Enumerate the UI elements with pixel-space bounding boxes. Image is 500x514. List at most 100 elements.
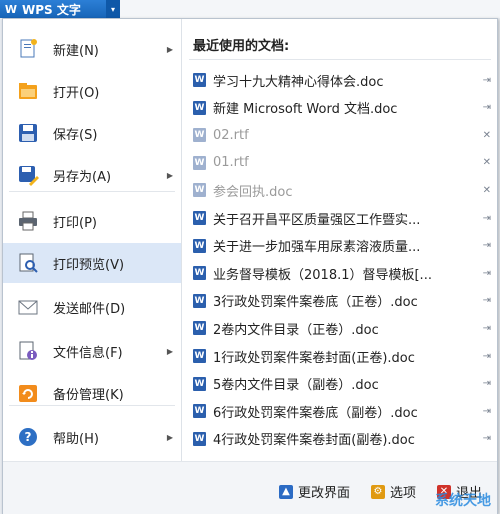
word-doc-icon: W: [193, 183, 206, 198]
menu-item-open-folder[interactable]: 打开(O): [3, 71, 181, 111]
menu-item-save[interactable]: 保存(S): [3, 113, 181, 153]
word-doc-icon: W: [193, 376, 206, 391]
recent-doc-name: 2卷内文件目录（正卷）.doc: [213, 322, 379, 338]
recent-doc-item[interactable]: W 02.rtf ✕: [193, 124, 493, 146]
recent-doc-name: 3行政处罚案件案卷底（正卷）.doc: [213, 295, 418, 311]
recent-doc-item[interactable]: W 01.rtf ✕: [193, 152, 493, 174]
pin-icon[interactable]: ⇥: [483, 75, 491, 86]
word-doc-icon: W: [193, 404, 206, 419]
menu-item-save-as[interactable]: 另存为(A) ▶: [3, 155, 181, 195]
word-doc-icon: W: [193, 238, 206, 253]
menu-divider: [181, 19, 182, 461]
change-ui-label: 更改界面: [298, 486, 351, 501]
submenu-arrow-icon: ▶: [166, 44, 173, 54]
change-ui-button[interactable]: ▲ 更改界面: [279, 482, 350, 501]
app-title: WPS 文字: [22, 2, 81, 17]
menu-separator: [9, 191, 175, 192]
recent-doc-name: 4行政处罚案件案卷封面(副卷).doc: [213, 433, 415, 449]
wps-app-menu-button[interactable]: W WPS 文字 ▾: [0, 0, 120, 18]
remove-icon[interactable]: ✕: [483, 157, 491, 168]
recent-doc-item[interactable]: W 参会回执.doc ✕: [193, 179, 493, 201]
menu-item-label: 新建(N): [53, 43, 99, 59]
pin-icon[interactable]: ⇥: [483, 323, 491, 334]
pin-icon[interactable]: ⇥: [483, 240, 491, 251]
pin-icon[interactable]: ⇥: [483, 433, 491, 444]
submenu-arrow-icon: ▶: [166, 346, 173, 356]
menu-item-new-doc[interactable]: 新建(N) ▶: [3, 29, 181, 69]
recent-doc-item[interactable]: W 新建 Microsoft Word 文档.doc ⇥: [193, 97, 493, 119]
recent-doc-name: 1行政处罚案件案卷封面(正卷).doc: [213, 350, 415, 366]
menu-item-label: 另存为(A): [53, 169, 112, 185]
word-doc-icon: W: [193, 155, 206, 170]
recent-doc-item[interactable]: W 5卷内文件目录（副卷）.doc ⇥: [193, 373, 493, 395]
recent-doc-item[interactable]: W 6行政处罚案件案卷底（副卷）.doc ⇥: [193, 400, 493, 422]
menu-item-label: 打印(P): [53, 215, 97, 231]
options-button[interactable]: ⚙ 选项: [371, 482, 416, 501]
file-info-icon: [17, 340, 39, 362]
recent-doc-item[interactable]: W 关于进一步加强车用尿素溶液质量... ⇥: [193, 235, 493, 257]
recent-doc-item[interactable]: W 2卷内文件目录（正卷）.doc ⇥: [193, 317, 493, 339]
pin-icon[interactable]: ⇥: [483, 406, 491, 417]
word-doc-icon: W: [193, 100, 206, 115]
recent-doc-name: 5卷内文件目录（副卷）.doc: [213, 378, 379, 394]
menu-item-print-preview[interactable]: 打印预览(V): [3, 243, 181, 283]
recent-title-divider: [189, 59, 491, 60]
recent-doc-name: 6行政处罚案件案卷底（副卷）.doc: [213, 405, 418, 421]
word-doc-icon: W: [193, 349, 206, 363]
recent-doc-item[interactable]: W 3行政处罚案件案卷底（正卷）.doc ⇥: [193, 290, 493, 312]
left-menu: 新建(N) ▶ 打开(O) 保存(S) 另存为(A) ▶ 打印(P) 打印预览(V) 发送邮件(…: [3, 19, 181, 461]
watermark-logo: 系统天地: [435, 493, 491, 509]
recent-doc-item[interactable]: W 4行政处罚案件案卷封面(副卷).doc ⇥: [193, 428, 493, 450]
pin-icon[interactable]: ⇥: [483, 351, 491, 362]
menu-separator: [9, 405, 175, 406]
file-menu-panel: 新建(N) ▶ 打开(O) 保存(S) 另存为(A) ▶ 打印(P) 打印预览(V) 发送邮件(…: [2, 18, 498, 514]
recent-doc-name: 01.rtf: [213, 155, 249, 171]
menu-item-file-info[interactable]: 文件信息(F) ▶: [3, 331, 181, 371]
menu-item-label: 文件信息(F): [53, 345, 123, 361]
menu-item-help[interactable]: ? 帮助(H) ▶: [3, 417, 181, 457]
menu-item-backup[interactable]: 备份管理(K): [3, 373, 181, 413]
submenu-arrow-icon: ▶: [166, 170, 173, 180]
options-label: 选项: [390, 486, 417, 501]
dropdown-arrow-icon[interactable]: ▾: [106, 0, 120, 18]
menu-item-label: 发送邮件(D): [53, 301, 126, 317]
open-folder-icon: [17, 80, 39, 102]
print-preview-icon: [17, 252, 39, 274]
menu-footer: ▲ 更改界面 ⚙ 选项 ✕ 退出 系统天地: [3, 461, 497, 514]
recent-doc-name: 关于进一步加强车用尿素溶液质量...: [213, 240, 421, 256]
recent-doc-item[interactable]: W 学习十九大精神心得体会.doc ⇥: [193, 69, 493, 91]
recent-doc-name: 新建 Microsoft Word 文档.doc: [213, 102, 398, 118]
recent-docs-title: 最近使用的文档:: [193, 39, 290, 54]
recent-doc-item[interactable]: W 业务督导模板（2018.1）督导模板[... ⇥: [193, 262, 493, 284]
shirt-icon: ▲: [279, 484, 293, 499]
save-icon: [17, 122, 39, 144]
submenu-arrow-icon: ▶: [166, 432, 173, 442]
pin-icon[interactable]: ⇥: [483, 295, 491, 306]
remove-icon[interactable]: ✕: [483, 185, 491, 196]
word-doc-icon: W: [193, 293, 206, 308]
menu-item-label: 帮助(H): [53, 431, 99, 447]
pin-icon[interactable]: ⇥: [483, 268, 491, 279]
pin-icon[interactable]: ⇥: [483, 378, 491, 389]
recent-doc-item[interactable]: W 关于召开昌平区质量强区工作暨实... ⇥: [193, 207, 493, 229]
word-doc-icon: W: [193, 73, 206, 87]
word-doc-icon: W: [193, 128, 206, 143]
recent-doc-name: 学习十九大精神心得体会.doc: [213, 74, 384, 90]
pin-icon[interactable]: ⇥: [483, 102, 491, 113]
menu-item-print[interactable]: 打印(P): [3, 201, 181, 241]
menu-item-label: 打印预览(V): [53, 257, 125, 273]
mail-icon: [17, 296, 39, 318]
menu-item-mail[interactable]: 发送邮件(D): [3, 287, 181, 327]
wps-logo-icon: W: [4, 2, 18, 16]
remove-icon[interactable]: ✕: [483, 130, 491, 141]
gear-icon: ⚙: [371, 484, 385, 499]
pin-icon[interactable]: ⇥: [483, 213, 491, 224]
recent-docs-panel: 最近使用的文档: W 学习十九大精神心得体会.doc ⇥ W 新建 Microsoft …: [183, 19, 495, 461]
print-icon: [17, 210, 39, 232]
word-doc-icon: W: [193, 266, 206, 281]
recent-doc-item[interactable]: W 1行政处罚案件案卷封面(正卷).doc ⇥: [193, 345, 493, 367]
help-icon: ?: [17, 426, 39, 448]
recent-doc-name: 业务督导模板（2018.1）督导模板[...: [213, 267, 432, 283]
svg-text:?: ?: [25, 430, 32, 444]
recent-doc-name: 02.rtf: [213, 127, 249, 143]
